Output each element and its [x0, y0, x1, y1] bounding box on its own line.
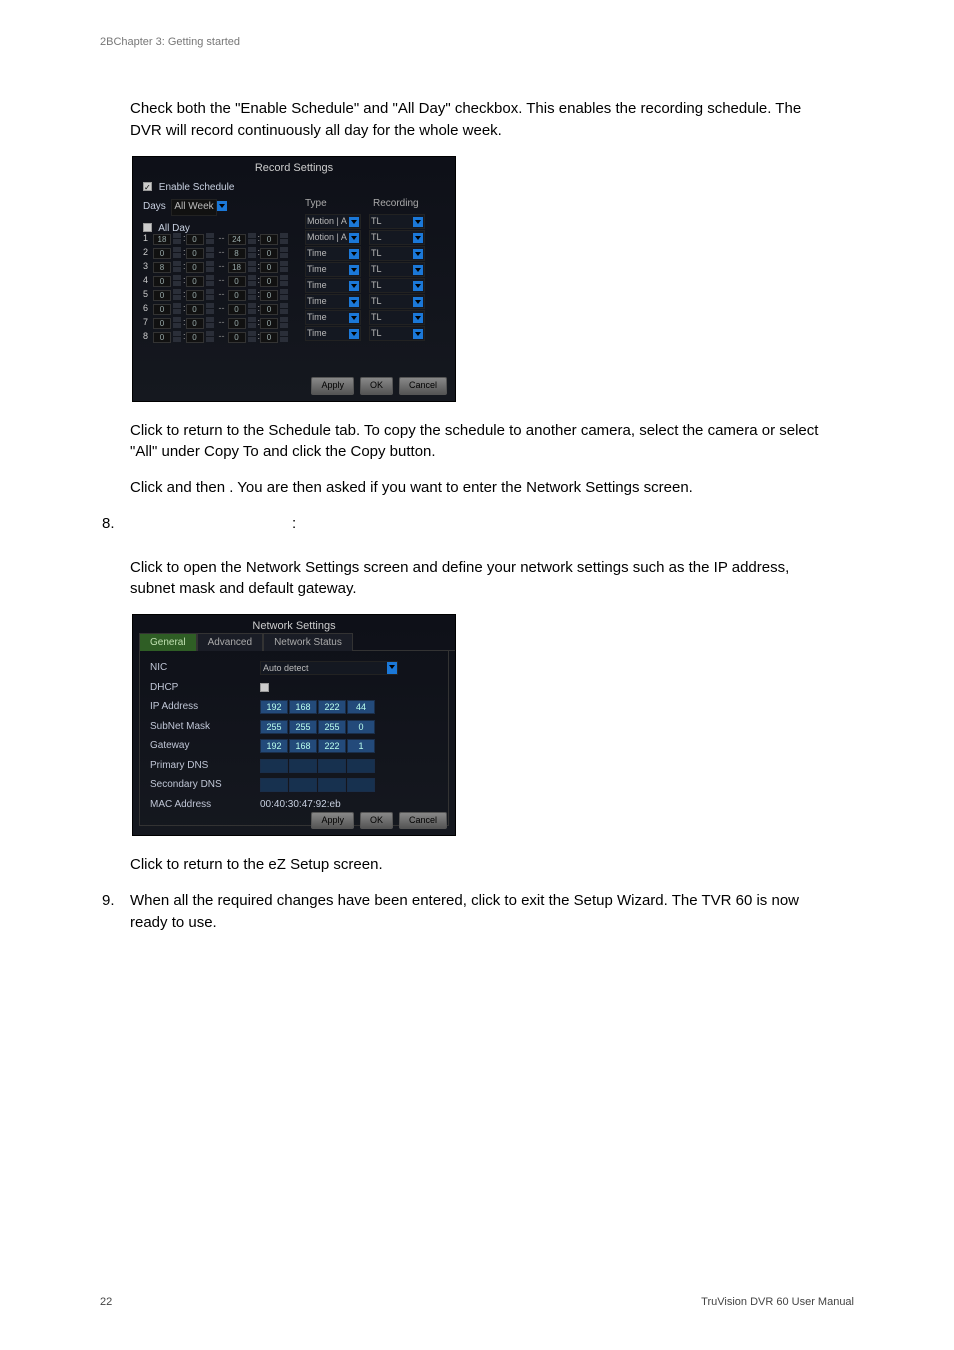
primary-dns-field[interactable]: ....	[260, 759, 376, 773]
dialog-title: Network Settings	[133, 615, 455, 633]
type-dropdown[interactable]: Time	[305, 262, 361, 277]
step-number-9: 9.	[102, 890, 130, 946]
subnet-mask-field[interactable]: 2552552550	[260, 720, 376, 734]
paragraph: Click to return to the eZ Setup screen.	[130, 854, 830, 876]
network-settings-screenshot: Network Settings General Advanced Networ…	[132, 614, 456, 836]
enable-schedule-label: Enable Schedule	[159, 182, 235, 193]
recording-dropdown[interactable]: TL	[369, 278, 425, 293]
recording-dropdown[interactable]: TL	[369, 214, 425, 229]
type-dropdown[interactable]: Motion | A	[305, 214, 361, 229]
gateway-label: Gateway	[150, 739, 260, 754]
dhcp-checkbox[interactable]	[260, 683, 269, 692]
gateway-field[interactable]: 1921682221	[260, 739, 376, 753]
type-dropdown[interactable]: Time	[305, 246, 361, 261]
mac-address-value: 00:40:30:47:92:eb	[260, 798, 341, 813]
ok-button[interactable]: OK	[360, 377, 393, 394]
manual-title: TruVision DVR 60 User Manual	[701, 1296, 854, 1308]
all-day-checkbox[interactable]	[143, 223, 152, 232]
apply-button[interactable]: Apply	[311, 377, 354, 394]
recording-dropdown[interactable]: TL	[369, 326, 425, 341]
paragraph: Click to return to the Schedule tab. To …	[130, 420, 830, 464]
ip-address-label: IP Address	[150, 700, 260, 715]
recording-dropdown[interactable]: TL	[369, 262, 425, 277]
type-dropdown[interactable]: Time	[305, 326, 361, 341]
step-8-label: :	[292, 513, 830, 535]
step-9-text: When all the required changes have been …	[130, 890, 830, 934]
enable-schedule-checkbox[interactable]	[143, 182, 152, 191]
days-dropdown[interactable]: All Week	[171, 199, 216, 216]
recording-dropdown[interactable]: TL	[369, 310, 425, 325]
recording-dropdown[interactable]: TL	[369, 246, 425, 261]
mac-address-label: MAC Address	[150, 798, 260, 813]
cancel-button[interactable]: Cancel	[399, 377, 447, 394]
secondary-dns-label: Secondary DNS	[150, 778, 260, 793]
type-dropdown[interactable]: Time	[305, 310, 361, 325]
primary-dns-label: Primary DNS	[150, 759, 260, 774]
tab-general[interactable]: General	[139, 633, 197, 651]
ip-address-field[interactable]: 19216822244	[260, 700, 376, 714]
page-number: 22	[100, 1296, 112, 1308]
running-header: 2BChapter 3: Getting started	[100, 36, 240, 48]
nic-dropdown[interactable]: Auto detect	[260, 661, 398, 675]
type-dropdown[interactable]: Time	[305, 294, 361, 309]
recording-header: Recording	[373, 197, 419, 212]
schedule-time-grid: 118:0--24:0 20:0--8:0 38:0--18:0 40:0--0…	[143, 233, 290, 345]
tab-advanced[interactable]: Advanced	[197, 633, 263, 651]
ok-button[interactable]: OK	[360, 812, 393, 829]
dialog-title: Record Settings	[133, 157, 455, 175]
days-label: Days	[143, 201, 166, 212]
tab-network-status[interactable]: Network Status	[263, 633, 353, 651]
chevron-down-icon[interactable]	[217, 201, 227, 211]
type-header: Type	[305, 197, 373, 212]
secondary-dns-field[interactable]: ....	[260, 778, 376, 792]
paragraph: Click to open the Network Settings scree…	[130, 557, 830, 601]
type-dropdown[interactable]: Time	[305, 278, 361, 293]
cancel-button[interactable]: Cancel	[399, 812, 447, 829]
recording-dropdown[interactable]: TL	[369, 230, 425, 245]
recording-dropdown[interactable]: TL	[369, 294, 425, 309]
type-dropdown[interactable]: Motion | A	[305, 230, 361, 245]
step-number-8: 8.	[102, 513, 130, 547]
paragraph: Click and then . You are then asked if y…	[130, 477, 830, 499]
paragraph: Check both the "Enable Schedule" and "Al…	[130, 98, 830, 142]
nic-label: NIC	[150, 661, 260, 676]
record-settings-screenshot: Record Settings Enable Schedule Days All…	[132, 156, 456, 402]
apply-button[interactable]: Apply	[311, 812, 354, 829]
subnet-mask-label: SubNet Mask	[150, 720, 260, 735]
dhcp-label: DHCP	[150, 681, 260, 696]
